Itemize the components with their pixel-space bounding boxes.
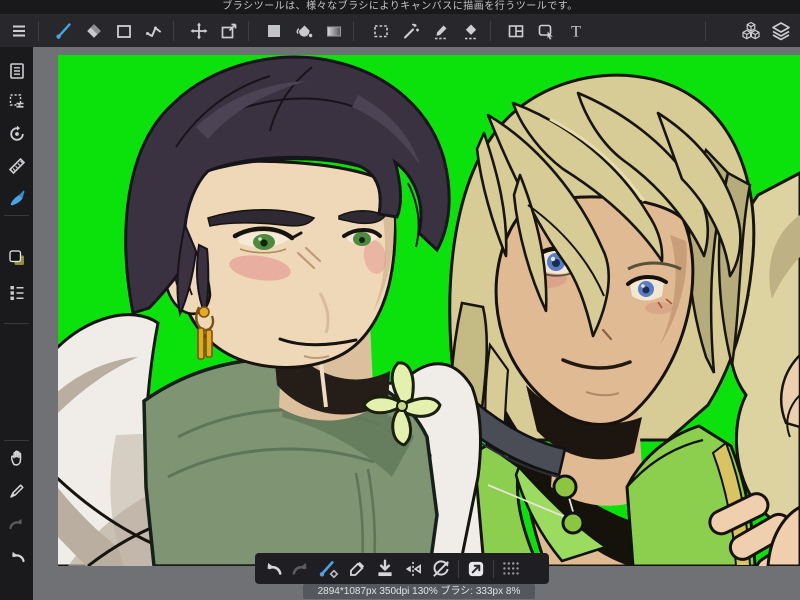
move-tool-icon[interactable] (184, 16, 214, 46)
divider (4, 215, 29, 216)
tool-hint-bar: ブラシツールは、様々なブラシによりキャンバスに描画を行うツールです。 (0, 0, 800, 14)
status-text: 2894*1087px 350dpi 130% ブラシ: 333px 8% (317, 586, 521, 597)
eraser-tool-icon[interactable] (79, 16, 109, 46)
right-character (444, 73, 757, 566)
divider (705, 20, 706, 41)
status-bar: 2894*1087px 350dpi 130% ブラシ: 333px 8% (303, 584, 535, 599)
divider (353, 20, 354, 41)
save-icon[interactable] (371, 556, 399, 582)
divider (173, 20, 174, 41)
brush-panel-icon[interactable] (5, 186, 29, 210)
layers-icon[interactable] (766, 16, 796, 46)
undo-icon[interactable] (259, 556, 287, 582)
eyedropper-icon[interactable] (343, 556, 371, 582)
rectangle-tool-icon[interactable] (109, 16, 139, 46)
rotate-off-icon[interactable] (427, 556, 455, 582)
brush-eraser-toggle-icon[interactable] (315, 556, 343, 582)
divider (4, 440, 29, 441)
undo-icon[interactable] (5, 545, 29, 569)
paint-app-window: ブラシツールは、様々なブラシによりキャンバスに描画を行うツールです。 T 289… (0, 0, 800, 600)
floating-toolbar (255, 553, 549, 584)
divide-canvas-icon[interactable] (501, 16, 531, 46)
document-panel-icon[interactable] (5, 59, 29, 83)
brush-tool-icon[interactable] (49, 16, 79, 46)
transform-tool-icon[interactable] (214, 16, 244, 46)
divider (248, 20, 249, 41)
svg-text:T: T (571, 23, 581, 40)
divider (4, 323, 29, 324)
select-pen-icon[interactable] (426, 16, 456, 46)
hand-tool-icon[interactable] (5, 446, 29, 470)
rotate-reset-icon[interactable] (5, 122, 29, 146)
fullscreen-toggle-icon[interactable] (462, 556, 490, 582)
operation-cursor-icon[interactable] (531, 16, 561, 46)
gradient-tool-icon[interactable] (319, 16, 349, 46)
divider (490, 20, 491, 41)
text-tool-icon[interactable]: T (561, 16, 591, 46)
redo-icon[interactable] (5, 512, 29, 536)
color-swatch-icon[interactable] (5, 246, 29, 270)
select-layer-icon[interactable] (5, 89, 29, 113)
magic-wand-icon[interactable] (396, 16, 426, 46)
canvas-illustration (58, 55, 800, 566)
polyline-tool-icon[interactable] (139, 16, 169, 46)
divider (458, 559, 459, 578)
tool-hint-text: ブラシツールは、様々なブラシによりキャンバスに描画を行うツールです。 (222, 1, 578, 12)
drag-handle-icon[interactable] (497, 556, 525, 582)
main-toolbar: T (0, 14, 800, 48)
redo-icon[interactable] (287, 556, 315, 582)
pen-icon[interactable] (5, 479, 29, 503)
fill-square-icon[interactable] (259, 16, 289, 46)
divider (493, 559, 494, 578)
ruler-icon[interactable] (5, 154, 29, 178)
left-sidebar (0, 47, 33, 600)
select-eraser-icon[interactable] (456, 16, 486, 46)
workspace (33, 47, 800, 600)
divider (38, 20, 39, 41)
palette-list-icon[interactable] (5, 280, 29, 304)
menu-icon[interactable] (4, 16, 34, 46)
drawing-canvas[interactable] (58, 55, 800, 566)
bucket-tool-icon[interactable] (289, 16, 319, 46)
select-rectangle-icon[interactable] (366, 16, 396, 46)
material-cubes-icon[interactable] (736, 16, 766, 46)
flip-horizontal-icon[interactable] (399, 556, 427, 582)
